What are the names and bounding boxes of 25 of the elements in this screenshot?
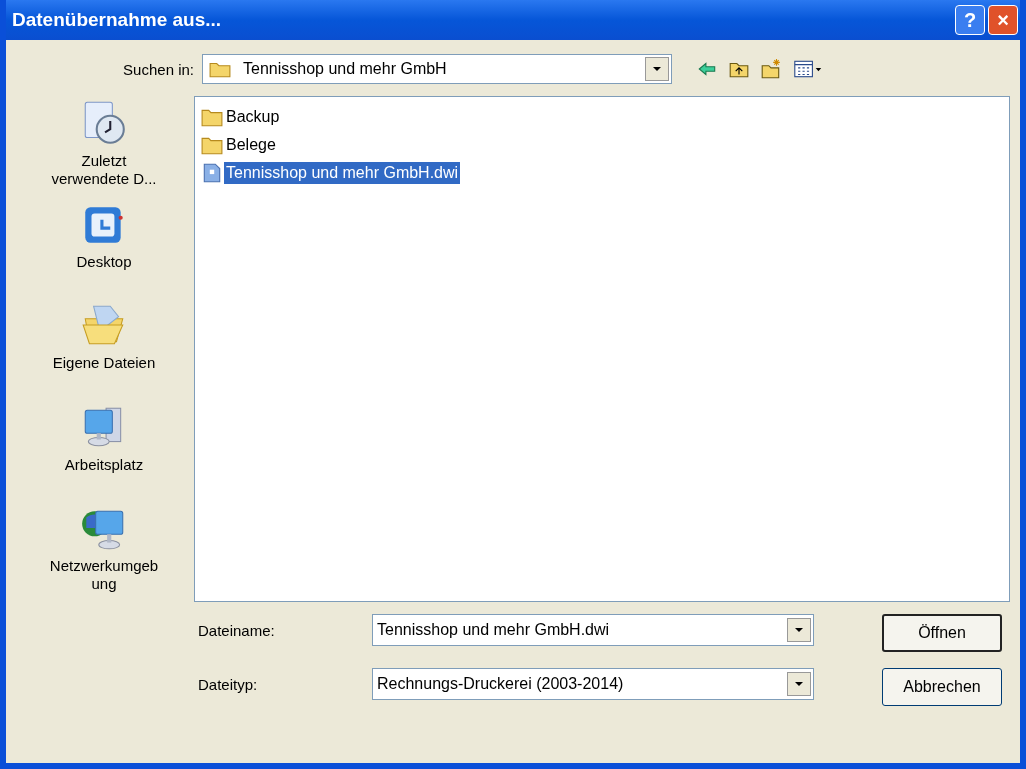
- file-name-label: Dateiname:: [197, 621, 276, 639]
- file-type-dropdown[interactable]: Rechnungs-Druckerei (2003-2014): [372, 668, 814, 700]
- view-menu-icon[interactable]: [792, 58, 824, 80]
- places-item[interactable]: Zuletzt verwendete D...: [44, 96, 164, 198]
- help-button[interactable]: ?: [955, 5, 985, 35]
- folder-icon: [201, 135, 223, 155]
- look-in-dropdown[interactable]: Tennisshop und mehr GmbH: [202, 54, 672, 84]
- folder-item[interactable]: Backup: [224, 106, 282, 128]
- places-item[interactable]: Eigene Dateien: [44, 298, 164, 400]
- look-in-label: Suchen in:: [122, 60, 195, 78]
- file-item[interactable]: Tennisshop und mehr GmbH.dwi: [224, 162, 461, 184]
- cancel-button[interactable]: Abbrechen: [882, 668, 1002, 706]
- folder-icon: [209, 60, 231, 78]
- file-type-label: Dateityp:: [197, 675, 259, 693]
- places-item[interactable]: Netzwerkumgeb ung: [44, 500, 164, 602]
- open-button[interactable]: Öffnen: [882, 614, 1002, 652]
- close-button[interactable]: ×: [988, 5, 1018, 35]
- window-title: Datenübernahme aus...: [12, 9, 222, 31]
- folder-icon: [201, 107, 223, 127]
- places-item[interactable]: Desktop: [44, 197, 164, 299]
- document-icon: [201, 163, 223, 183]
- file-name-field[interactable]: Tennisshop und mehr GmbH.dwi: [372, 614, 814, 646]
- new-folder-icon[interactable]: [760, 58, 782, 80]
- folder-item[interactable]: Belege: [224, 134, 278, 156]
- places-item[interactable]: Arbeitsplatz: [44, 399, 164, 501]
